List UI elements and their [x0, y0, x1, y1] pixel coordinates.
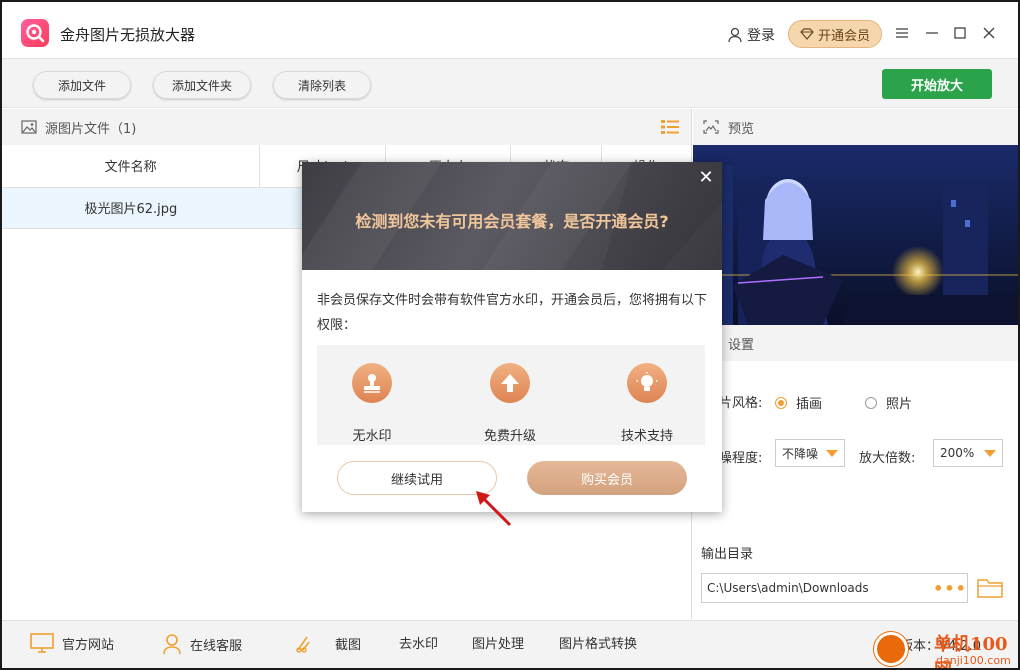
login-button[interactable]: 登录 — [727, 25, 775, 45]
clear-list-button[interactable]: 清除列表 — [273, 71, 371, 99]
menu-icon[interactable] — [892, 22, 912, 44]
style-label: 片风格: — [719, 396, 763, 411]
chevron-down-icon — [984, 450, 996, 457]
perk-no-watermark: 无水印 — [317, 363, 427, 444]
scale-label: 放大倍数: — [859, 451, 916, 466]
perk-label: 无水印 — [352, 429, 392, 444]
perk-tech-support: 技术支持 — [592, 363, 702, 444]
image-icon — [21, 120, 37, 134]
perk-label: 免费升级 — [483, 429, 536, 444]
app-logo-icon — [21, 19, 49, 47]
maximize-icon[interactable] — [950, 22, 970, 44]
bottom-item-label: 在线客服 — [190, 638, 243, 654]
folder-icon[interactable] — [977, 577, 1003, 599]
denoise-value: 不降噪 — [782, 446, 819, 461]
online-service-link[interactable]: 在线客服 — [162, 633, 242, 655]
support-person-icon — [163, 634, 181, 655]
user-icon — [728, 27, 742, 43]
source-panel-header: 源图片文件（1) — [2, 109, 691, 145]
watermark-logo-icon — [874, 632, 908, 666]
stamp-icon — [352, 363, 392, 403]
diamond-icon — [800, 28, 814, 40]
start-enlarge-button[interactable]: 开始放大 — [882, 69, 992, 99]
settings-header: 设置 — [693, 325, 1018, 361]
right-panel: 预览 设置 片风格: 插画 照片 噪程度: 不降噪 放大倍数: 200% 输出目… — [693, 109, 1018, 619]
site-watermark: 单机100网 danji100.com — [874, 630, 1014, 668]
perks-panel: 无水印 免费升级 技术支持 — [317, 345, 705, 445]
add-folder-button[interactable]: 添加文件夹 — [153, 71, 251, 99]
screenshot-link[interactable]: 截图 — [295, 633, 361, 653]
preview-image — [693, 145, 1018, 325]
list-view-icon[interactable] — [661, 119, 679, 135]
bottom-item-label: 官方网站 — [62, 637, 115, 653]
lightbulb-icon — [627, 363, 667, 403]
output-path-field[interactable]: C:\Users\admin\Downloads — [701, 573, 934, 603]
bottom-bar: 官方网站 在线客服 截图 去水印 图片处理 图片格式转换 版本：V4.2.0 — [2, 620, 1018, 668]
toolbar: 添加文件 添加文件夹 清除列表 开始放大 — [2, 58, 1018, 108]
denoise-select[interactable]: 不降噪 — [775, 439, 845, 467]
close-icon[interactable] — [979, 22, 999, 44]
radio-illustration[interactable]: 插画 — [775, 393, 822, 412]
output-label: 输出目录 — [701, 547, 754, 562]
dialog-header: 检测到您未有可用会员套餐，是否开通会员? ✕ — [302, 162, 722, 270]
monitor-icon — [30, 633, 54, 653]
vip-label: 开通会员 — [817, 28, 870, 44]
perk-free-upgrade: 免费升级 — [455, 363, 565, 444]
scale-select[interactable]: 200% — [933, 439, 1003, 467]
app-window: 金舟图片无损放大器 登录 开通会员 添加文件 添加文件夹 清除列表 开始放大 源… — [0, 0, 1020, 670]
screenshot-icon — [296, 636, 310, 653]
source-panel-title: 源图片文件（1) — [45, 121, 137, 137]
watermark-url: danji100.com — [936, 654, 1011, 667]
scale-value: 200% — [940, 446, 975, 460]
denoise-label: 噪程度: — [719, 451, 763, 466]
radio-label: 照片 — [886, 397, 913, 412]
remove-watermark-link[interactable]: 去水印 — [399, 633, 438, 652]
open-vip-button[interactable]: 开通会员 — [788, 20, 882, 48]
pointer-arrow-icon — [476, 491, 512, 527]
dialog-close-icon[interactable]: ✕ — [697, 169, 715, 187]
membership-dialog: 检测到您未有可用会员套餐，是否开通会员? ✕ 非会员保存文件时会带有软件官方水印… — [302, 162, 722, 512]
radio-label: 插画 — [796, 397, 823, 412]
chevron-down-icon — [826, 450, 838, 457]
browse-button[interactable]: ••• — [933, 573, 968, 603]
add-file-button[interactable]: 添加文件 — [33, 71, 131, 99]
app-title: 金舟图片无损放大器 — [60, 26, 196, 44]
minimize-icon[interactable] — [922, 22, 942, 44]
dialog-title: 检测到您未有可用会员套餐，是否开通会员? — [355, 212, 669, 231]
image-processing-link[interactable]: 图片处理 — [472, 633, 524, 652]
title-bar: 金舟图片无损放大器 登录 开通会员 — [2, 2, 1018, 56]
radio-photo[interactable]: 照片 — [865, 393, 912, 412]
upgrade-arrow-icon — [490, 363, 530, 403]
buy-membership-button[interactable]: 购买会员 — [527, 461, 687, 495]
preview-icon — [703, 120, 719, 134]
bottom-item-label: 截图 — [335, 637, 362, 653]
radio-dot — [775, 396, 787, 409]
official-site-link[interactable]: 官方网站 — [30, 633, 114, 653]
dialog-description: 非会员保存文件时会带有软件官方水印，开通会员后，您将拥有以下权限： — [317, 293, 708, 333]
file-name-cell: 极光图片62.jpg — [2, 187, 260, 229]
preview-title: 预览 — [728, 121, 755, 137]
login-label: 登录 — [747, 28, 775, 44]
perk-label: 技术支持 — [620, 429, 673, 444]
column-header[interactable]: 文件名称 — [2, 145, 261, 188]
preview-header: 预览 — [693, 109, 1018, 145]
radio-dot — [865, 396, 877, 409]
image-format-convert-link[interactable]: 图片格式转换 — [559, 633, 637, 652]
